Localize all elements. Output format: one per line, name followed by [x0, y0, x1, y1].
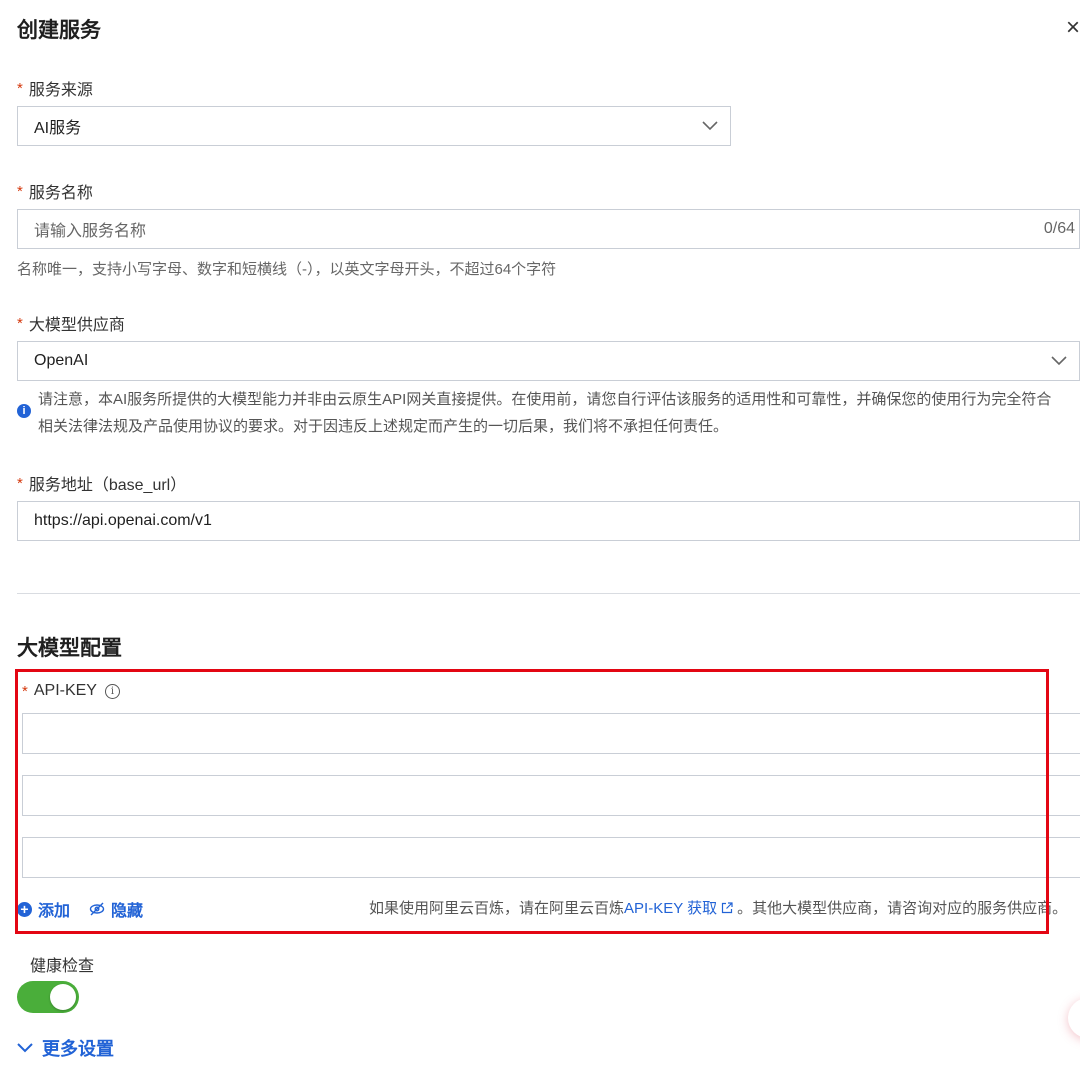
external-link-icon[interactable] — [721, 902, 733, 914]
health-check-toggle[interactable] — [17, 981, 79, 1013]
char-counter: 0/64 — [1043, 220, 1075, 237]
add-key-button[interactable]: + 添加 — [17, 897, 70, 921]
base-url-label: * 服务地址（base_url） — [17, 471, 186, 495]
required-mark: * — [17, 79, 23, 97]
more-settings-toggle[interactable]: 更多设置 — [17, 1035, 114, 1061]
api-key-label-text: API-KEY — [33, 682, 97, 699]
provider-value: OpenAI — [34, 352, 89, 369]
chevron-down-icon — [702, 121, 718, 131]
base-url-value: https://api.openai.com/v1 — [34, 512, 212, 529]
floating-assistant-button[interactable] — [1068, 998, 1080, 1038]
service-source-label-text: 服务来源 — [28, 82, 93, 99]
notice-line: 相关法律法规及产品使用协议的要求。对于因违反上述规定而产生的一切后果，我们将不承… — [38, 418, 729, 435]
toggle-knob — [50, 984, 76, 1010]
service-source-select[interactable]: AI服务 — [17, 106, 731, 146]
chevron-down-icon — [17, 1043, 33, 1053]
api-note-suffix: 。其他大模型供应商，请咨询对应的服务供应商。 — [737, 900, 1068, 917]
api-key-input[interactable] — [22, 837, 1080, 878]
info-icon: i — [17, 404, 31, 418]
required-mark: * — [17, 182, 23, 200]
plus-circle-icon: + — [17, 901, 32, 917]
api-key-input[interactable] — [22, 713, 1080, 754]
provider-label-text: 大模型供应商 — [28, 317, 125, 334]
panel-title: 创建服务 — [17, 19, 101, 42]
api-note-prefix: 如果使用阿里云百炼，请在阿里云百炼 — [369, 900, 625, 917]
required-mark: * — [22, 682, 28, 700]
service-name-label-text: 服务名称 — [28, 185, 93, 202]
hide-keys-button[interactable]: 隐藏 — [89, 897, 143, 921]
service-name-label: * 服务名称 — [17, 179, 93, 203]
chevron-down-icon — [1051, 356, 1067, 366]
more-settings-label: 更多设置 — [42, 1039, 114, 1059]
service-name-help: 名称唯一，支持小写字母、数字和短横线（-），以英文字母开头，不超过64个字符 — [17, 261, 557, 278]
hide-keys-label: 隐藏 — [111, 903, 144, 920]
required-mark: * — [17, 314, 23, 332]
base-url-label-text: 服务地址（base_url） — [28, 477, 187, 494]
service-name-input[interactable]: 请输入服务名称 0/64 — [17, 209, 1080, 249]
model-config-title: 大模型配置 — [17, 637, 122, 660]
add-key-label: 添加 — [38, 903, 71, 920]
api-key-input[interactable] — [22, 775, 1080, 816]
create-service-panel: 创建服务 × * 服务来源 AI服务 * 服务名称 请输入服务名称 0/64 名… — [0, 0, 1080, 1074]
service-source-label: * 服务来源 — [17, 76, 93, 100]
info-icon[interactable]: i — [104, 683, 120, 699]
api-key-get-link[interactable]: API-KEY 获取 — [624, 900, 717, 917]
section-divider — [17, 593, 1080, 594]
api-key-note: 如果使用阿里云百炼，请在阿里云百炼API-KEY 获取 。其他大模型供应商，请咨… — [369, 897, 1067, 918]
service-name-placeholder: 请输入服务名称 — [34, 223, 147, 240]
close-icon[interactable]: × — [1066, 14, 1080, 42]
provider-select[interactable]: OpenAI — [17, 341, 1080, 381]
eye-off-icon — [89, 902, 105, 916]
notice-line: 请注意，本AI服务所提供的大模型能力并非由云原生API网关直接提供。在使用前，请… — [38, 391, 1052, 408]
api-key-label: * API-KEY i — [22, 682, 120, 700]
base-url-input[interactable]: https://api.openai.com/v1 — [17, 501, 1080, 541]
required-mark: * — [17, 474, 23, 492]
provider-notice: i 请注意，本AI服务所提供的大模型能力并非由云原生API网关直接提供。在使用前… — [17, 386, 1080, 440]
health-check-label: 健康检查 — [30, 958, 95, 975]
service-source-value: AI服务 — [34, 120, 82, 137]
provider-label: * 大模型供应商 — [17, 311, 125, 335]
